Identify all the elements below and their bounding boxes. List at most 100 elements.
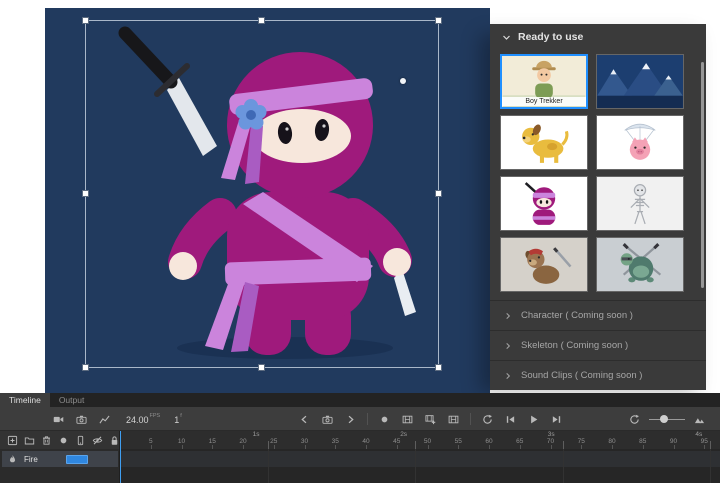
section-label: Sound Clips ( Coming soon ): [521, 370, 642, 381]
selection-handle-w[interactable]: [82, 190, 89, 197]
library-section-1[interactable]: Skeleton ( Coming soon ): [490, 330, 706, 360]
timeline-zoom-slider[interactable]: [649, 414, 685, 424]
ruler-frame-label: 25: [267, 438, 281, 445]
tab-timeline[interactable]: Timeline: [0, 393, 50, 407]
ruler-frame-label: 85: [636, 438, 650, 445]
snapshot-camera-icon[interactable]: [75, 412, 88, 426]
timeline-ruler[interactable]: 51015202530354045505560657075808590951s2…: [120, 431, 720, 449]
fps-display[interactable]: 24.00FPS: [126, 410, 160, 428]
selection-handle-sw[interactable]: [82, 364, 89, 371]
takes-button[interactable]: [447, 412, 460, 426]
delete-button[interactable]: [41, 433, 52, 447]
scene-camera-icon[interactable]: [52, 412, 65, 426]
toolbar-separator: [367, 413, 368, 425]
selection-handle-n[interactable]: [258, 17, 265, 24]
ruler-second-tick: [710, 441, 711, 449]
library-sections: Character ( Coming soon ) Skeleton ( Comi…: [490, 300, 706, 390]
next-frame-button[interactable]: [344, 412, 357, 426]
ruler-frame-label: 35: [328, 438, 342, 445]
ruler-frame-label: 10: [175, 438, 189, 445]
ruler-frame-label: 40: [359, 438, 373, 445]
track-row-fire[interactable]: Fire: [2, 451, 118, 467]
new-group-button[interactable]: [24, 433, 35, 447]
play-button[interactable]: [527, 412, 540, 426]
tab-output[interactable]: Output: [50, 393, 94, 407]
camera-view-button[interactable]: [321, 412, 334, 426]
zoom-fit-icon[interactable]: [693, 412, 706, 426]
toolbar-separator: [470, 413, 471, 425]
ruler-frame-label: 65: [513, 438, 527, 445]
ruler-frame-label: 75: [574, 438, 588, 445]
timeline-toolbar: 24.00FPS 1f: [0, 407, 720, 431]
ruler-frame-label: 30: [298, 438, 312, 445]
flame-icon: [6, 452, 19, 466]
library-item-boy-trekker[interactable]: Boy Trekker: [500, 54, 588, 109]
film-strip-button[interactable]: [401, 412, 414, 426]
loop-playback-toggle[interactable]: [481, 412, 494, 426]
library-item-turtle[interactable]: [596, 237, 684, 292]
origin-handle[interactable]: [400, 78, 406, 84]
track-tools-bar: [0, 431, 120, 449]
library-section-2[interactable]: Sound Clips ( Coming soon ): [490, 360, 706, 390]
lane-gridline: [563, 449, 564, 483]
selection-handle-ne[interactable]: [435, 17, 442, 24]
record-indicator-icon[interactable]: [58, 433, 69, 447]
library-item-skeleton[interactable]: [596, 176, 684, 231]
playhead[interactable]: [120, 431, 121, 483]
selection-handle-se[interactable]: [435, 364, 442, 371]
device-toggle[interactable]: [75, 433, 86, 447]
track-color-chip[interactable]: [66, 455, 88, 464]
stage-canvas[interactable]: [45, 8, 490, 393]
timeline-lane[interactable]: [120, 449, 720, 483]
track-label: Fire: [24, 455, 38, 464]
library-section-0[interactable]: Character ( Coming soon ): [490, 300, 706, 330]
chevron-right-icon: [504, 312, 512, 320]
ruler-frame-label: 15: [205, 438, 219, 445]
ruler-frame-label: 45: [390, 438, 404, 445]
tracks-header: Fire: [0, 449, 120, 483]
library-scrollbar[interactable]: [701, 62, 704, 288]
library-item-label: Boy Trekker: [502, 97, 586, 106]
performance-graph-icon[interactable]: [98, 412, 111, 426]
chevron-right-icon: [504, 372, 512, 380]
ruler-second-tick: [415, 441, 416, 449]
frame-display[interactable]: 1f: [174, 410, 182, 428]
puppet-grid: Boy Trekker: [490, 50, 706, 300]
ruler-second-tick: [563, 441, 564, 449]
timeline-panel: Timeline Output 24.00FPS 1f 510152025303…: [0, 393, 720, 483]
lock-toggle[interactable]: [109, 433, 120, 447]
reset-zoom-button[interactable]: [628, 412, 641, 426]
library-item-dog[interactable]: [500, 115, 588, 170]
selection-handle-e[interactable]: [435, 190, 442, 197]
ruler-second-label: 4s: [695, 431, 702, 438]
ruler-second-label: 3s: [548, 431, 555, 438]
library-item-mountain-scene[interactable]: [596, 54, 684, 109]
new-item-button[interactable]: [7, 433, 18, 447]
step-back-button[interactable]: [504, 412, 517, 426]
ruler-frame-label: 90: [667, 438, 681, 445]
chevron-down-icon: [502, 33, 511, 42]
selection-handle-s[interactable]: [258, 364, 265, 371]
library-item-ninja[interactable]: [500, 176, 588, 231]
selection-bounding-box[interactable]: [85, 20, 439, 368]
selection-handle-nw[interactable]: [82, 17, 89, 24]
library-header[interactable]: Ready to use: [490, 24, 706, 50]
ruler-second-label: 2s: [400, 431, 407, 438]
chevron-right-icon: [504, 342, 512, 350]
section-label: Skeleton ( Coming soon ): [521, 340, 628, 351]
step-forward-button[interactable]: [550, 412, 563, 426]
ruler-second-tick: [268, 441, 269, 449]
library-item-pig-parachute[interactable]: [596, 115, 684, 170]
slider-knob[interactable]: [660, 415, 668, 423]
ruler-frame-label: 70: [544, 438, 558, 445]
add-take-button[interactable]: [424, 412, 437, 426]
previous-frame-button[interactable]: [298, 412, 311, 426]
library-item-pirate-dog[interactable]: [500, 237, 588, 292]
visibility-toggle[interactable]: [92, 433, 103, 447]
ruler-frame-label: 80: [605, 438, 619, 445]
ruler-frame-label: 60: [482, 438, 496, 445]
library-panel: Ready to use Boy Trekker Character ( Com…: [490, 24, 706, 382]
ruler-frame-label: 95: [697, 438, 711, 445]
record-button[interactable]: [378, 412, 391, 426]
fire-track-lane[interactable]: [120, 451, 720, 467]
